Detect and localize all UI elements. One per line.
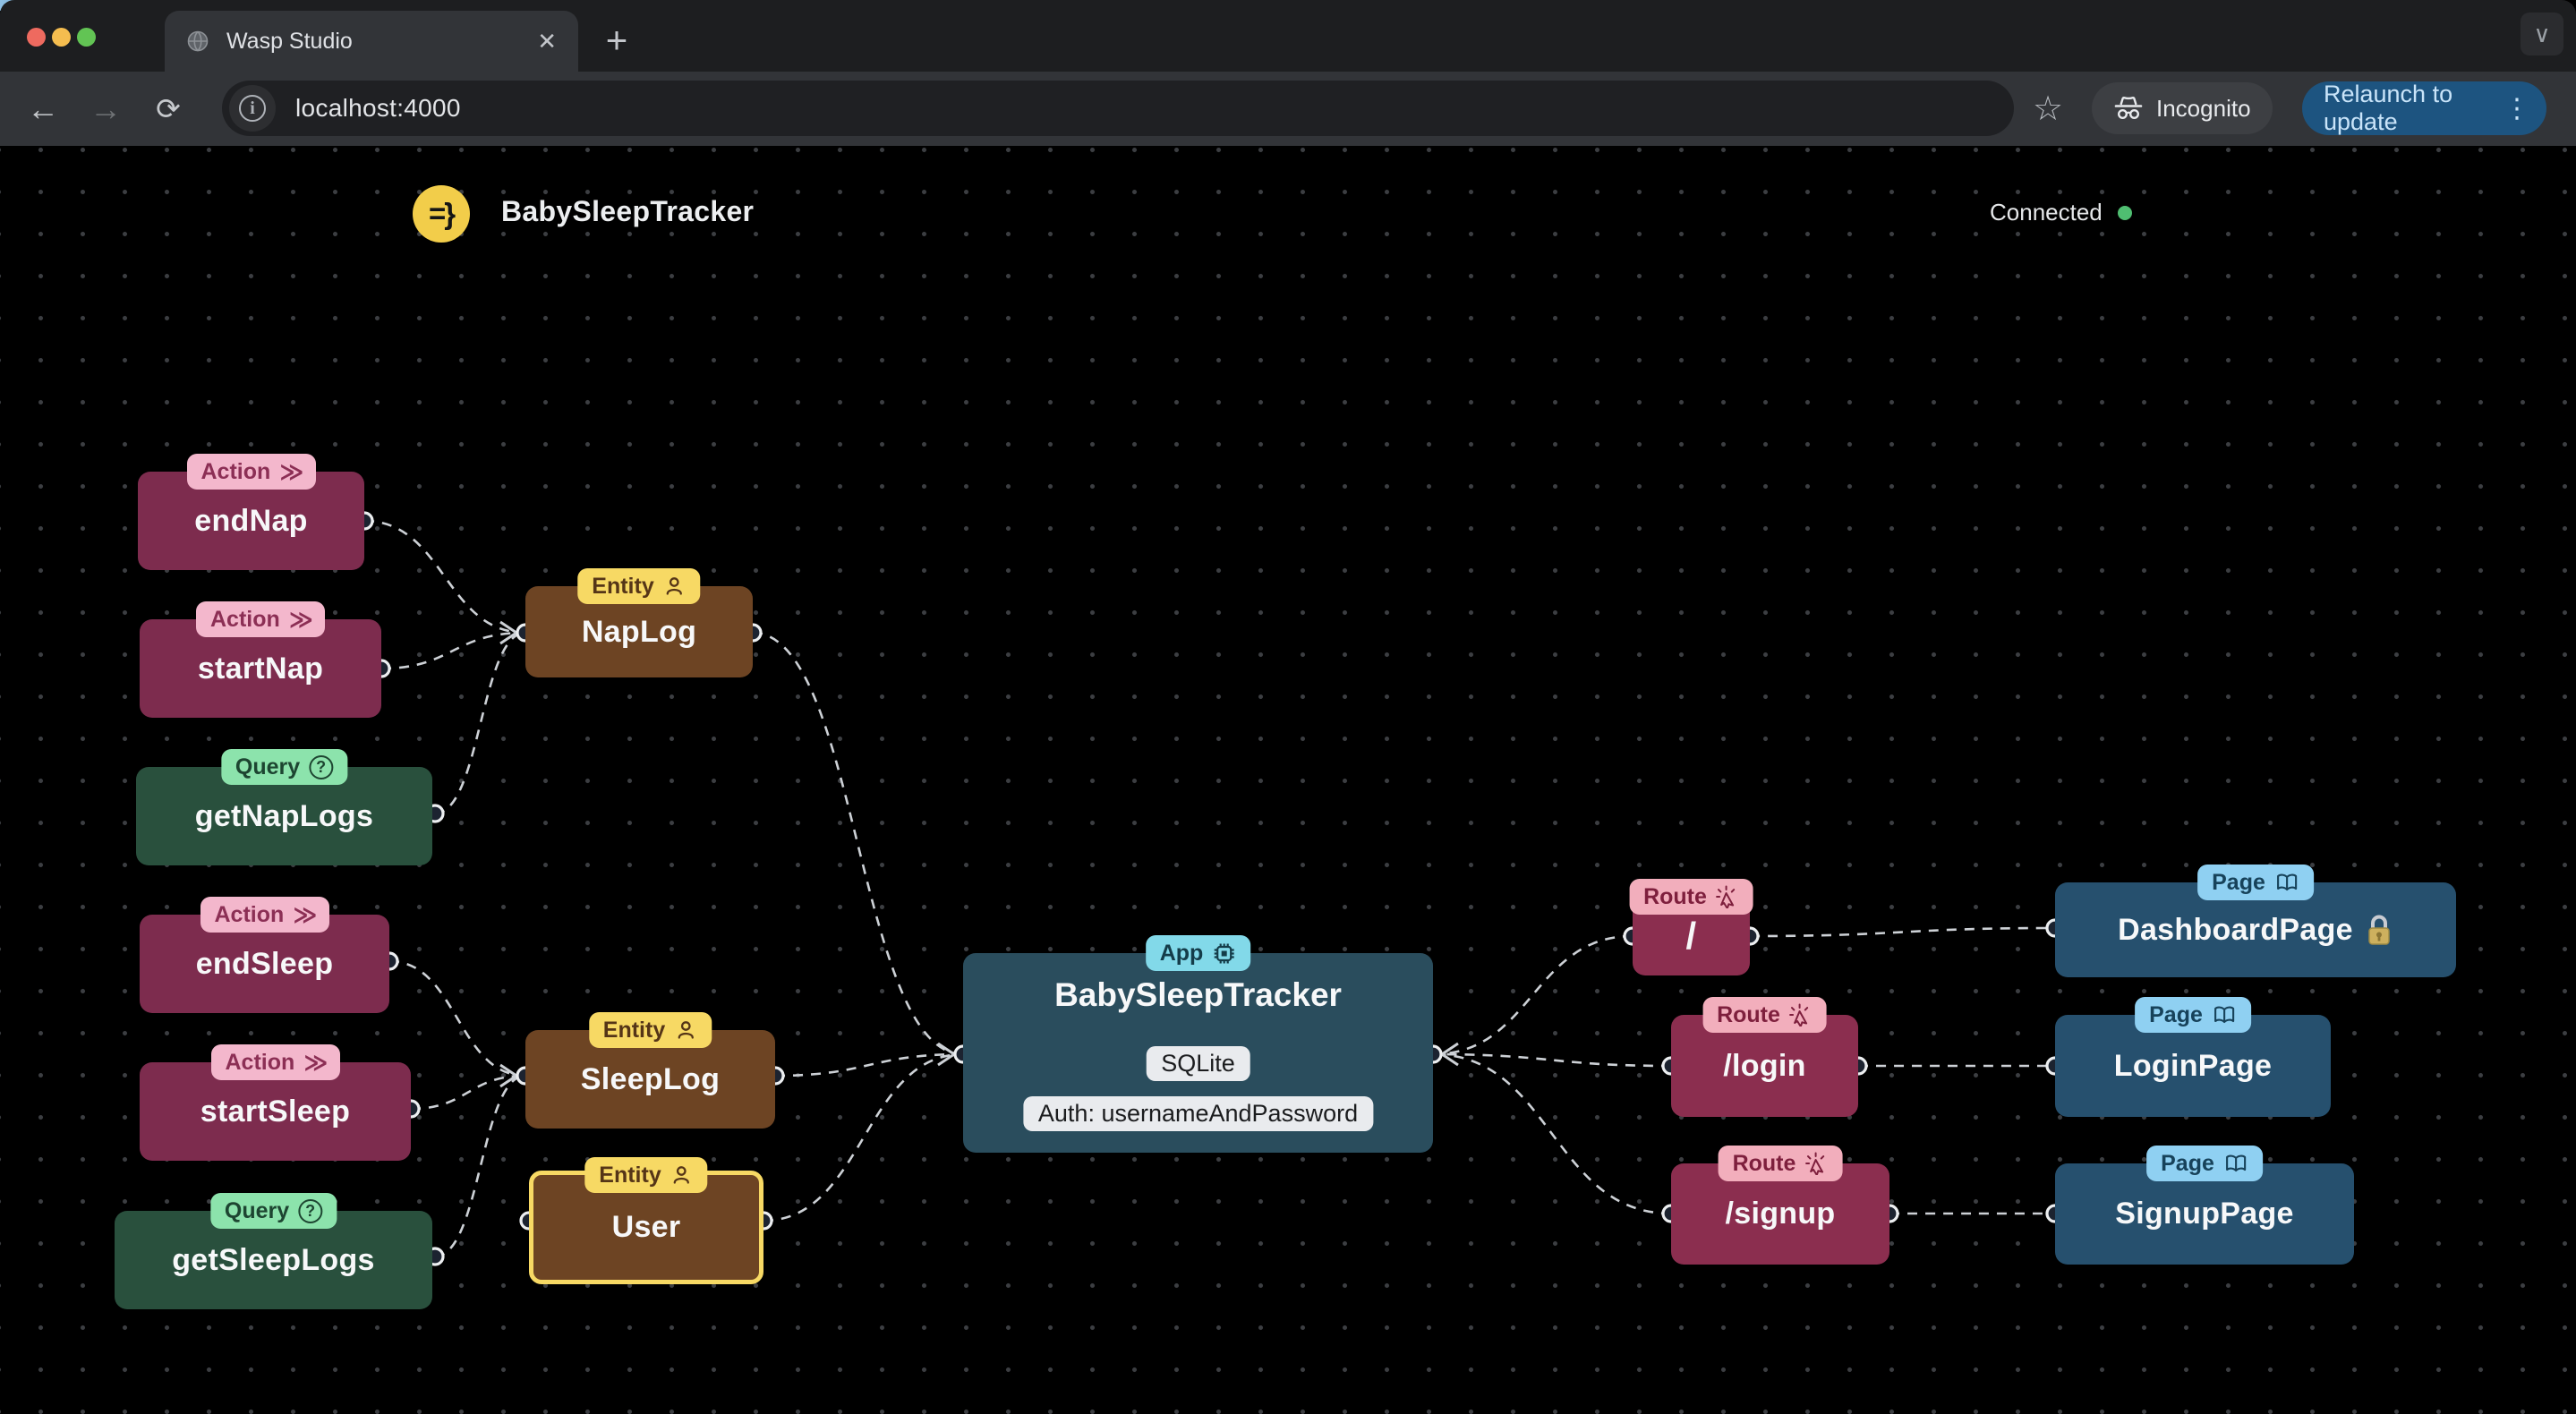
person-icon xyxy=(674,1166,690,1184)
new-tab-button[interactable]: + xyxy=(596,19,637,61)
wasp-logo: =} xyxy=(413,185,470,243)
person-icon xyxy=(667,577,683,595)
info-icon: i xyxy=(239,95,266,122)
node-app[interactable]: App BabySleepTracker SQLite Auth: userna… xyxy=(963,935,1433,1153)
node-type-badge: Route xyxy=(1702,997,1827,1033)
open-book-icon xyxy=(2225,1154,2246,1172)
close-tab-icon[interactable]: ✕ xyxy=(537,28,557,55)
node-endsleep[interactable]: Action ≫ endSleep xyxy=(140,897,389,1013)
node-type-badge: Route xyxy=(1718,1146,1843,1181)
node-type-badge: Action ≫ xyxy=(196,601,325,637)
browser-tab[interactable]: Wasp Studio ✕ xyxy=(165,11,578,72)
app-node-title: BabySleepTracker xyxy=(1054,976,1342,1013)
auth-chip: Auth: usernameAndPassword xyxy=(1022,1096,1374,1131)
node-type-badge: Route xyxy=(1629,879,1753,915)
url-text: localhost:4000 xyxy=(295,94,461,122)
wasp-logo-glyph: =} xyxy=(428,197,456,230)
node-startsleep[interactable]: Action ≫ startSleep xyxy=(140,1044,411,1161)
chip-icon xyxy=(1214,943,1234,963)
open-book-icon xyxy=(2276,873,2297,891)
globe-favicon-icon xyxy=(187,30,209,52)
node-type-badge: Query? xyxy=(209,1193,337,1229)
person-icon xyxy=(678,1021,694,1039)
forward-button[interactable]: → xyxy=(79,72,132,146)
node-type-badge: Entity xyxy=(588,1012,712,1048)
node-signuppage[interactable]: Page SignupPage xyxy=(2055,1146,2354,1265)
node-loginpage[interactable]: Page LoginPage xyxy=(2055,997,2331,1117)
node-naplog[interactable]: Entity NapLog xyxy=(525,568,753,677)
node-type-badge: Action ≫ xyxy=(200,897,329,933)
lock-icon xyxy=(2368,915,2390,945)
node-type-badge: App xyxy=(1145,935,1251,971)
action-chevrons-icon: ≫ xyxy=(303,1048,328,1076)
incognito-icon xyxy=(2114,97,2143,120)
node-route-signup[interactable]: Route /signup xyxy=(1671,1146,1889,1265)
action-chevrons-icon: ≫ xyxy=(288,605,313,633)
open-book-icon xyxy=(2213,1006,2234,1024)
page-title: BabySleepTracker xyxy=(501,195,755,227)
browser-menu-kebab-icon[interactable]: ⋮ xyxy=(2503,93,2530,124)
cursor-click-icon xyxy=(1789,1003,1809,1026)
node-getnaplogs[interactable]: Query? getNapLogs xyxy=(136,749,432,865)
incognito-label: Incognito xyxy=(2156,94,2251,122)
node-user[interactable]: Entity User xyxy=(529,1157,763,1284)
question-icon: ? xyxy=(309,754,334,779)
node-type-badge: Page xyxy=(2146,1146,2263,1181)
browser-window: =} BabySleepTracker Connected Action ≫ en… xyxy=(0,0,2576,1414)
tab-title: Wasp Studio xyxy=(226,28,353,54)
node-route-root[interactable]: Route / xyxy=(1629,879,1753,975)
node-type-badge: Action ≫ xyxy=(210,1044,340,1080)
close-window-button[interactable] xyxy=(27,28,46,47)
node-getsleeplogs[interactable]: Query? getSleepLogs xyxy=(115,1193,432,1309)
reload-button[interactable]: ⟳ xyxy=(141,72,195,146)
cursor-click-icon xyxy=(1716,885,1736,908)
site-info-button[interactable]: i xyxy=(229,85,276,132)
node-label-text: DashboardPage xyxy=(2118,912,2353,947)
connection-status: Connected xyxy=(1990,199,2132,226)
bookmark-star-icon[interactable]: ☆ xyxy=(2021,72,2075,146)
action-chevrons-icon: ≫ xyxy=(293,900,317,928)
node-sleeplog[interactable]: Entity SleepLog xyxy=(525,1012,775,1129)
node-type-badge: Query? xyxy=(220,749,348,785)
address-bar[interactable]: i localhost:4000 xyxy=(222,81,2014,136)
minimize-window-button[interactable] xyxy=(52,28,71,47)
node-type-badge: Page xyxy=(2197,865,2314,900)
node-endnap[interactable]: Action ≫ endNap xyxy=(138,454,364,570)
node-dashboardpage[interactable]: Page DashboardPage xyxy=(2055,865,2456,977)
tab-search-chevron-icon[interactable]: ∨ xyxy=(2521,13,2563,55)
browser-toolbar: ← → ⟳ i localhost:4000 ☆ Incognito Relau… xyxy=(0,72,2576,146)
node-startnap[interactable]: Action ≫ startNap xyxy=(140,601,381,718)
incognito-badge: Incognito xyxy=(2092,82,2273,134)
tab-strip: Wasp Studio ✕ + ∨ xyxy=(0,0,2576,72)
cursor-click-icon xyxy=(1804,1152,1825,1175)
connected-dot-icon xyxy=(2117,205,2132,220)
maximize-window-button[interactable] xyxy=(77,28,96,47)
relaunch-label: Relaunch to update xyxy=(2324,81,2453,135)
node-type-badge: Action ≫ xyxy=(186,454,316,490)
database-chip: SQLite xyxy=(1146,1046,1250,1081)
connection-status-label: Connected xyxy=(1990,199,2103,226)
node-type-badge: Entity xyxy=(577,568,701,604)
node-type-badge: Page xyxy=(2135,997,2251,1033)
action-chevrons-icon: ≫ xyxy=(279,457,303,485)
node-route-login[interactable]: Route /login xyxy=(1671,997,1858,1117)
relaunch-to-update-button[interactable]: Relaunch to update ⋮ xyxy=(2302,81,2546,135)
node-type-badge: Entity xyxy=(584,1157,708,1193)
question-icon: ? xyxy=(298,1198,323,1223)
back-button[interactable]: ← xyxy=(16,72,70,146)
